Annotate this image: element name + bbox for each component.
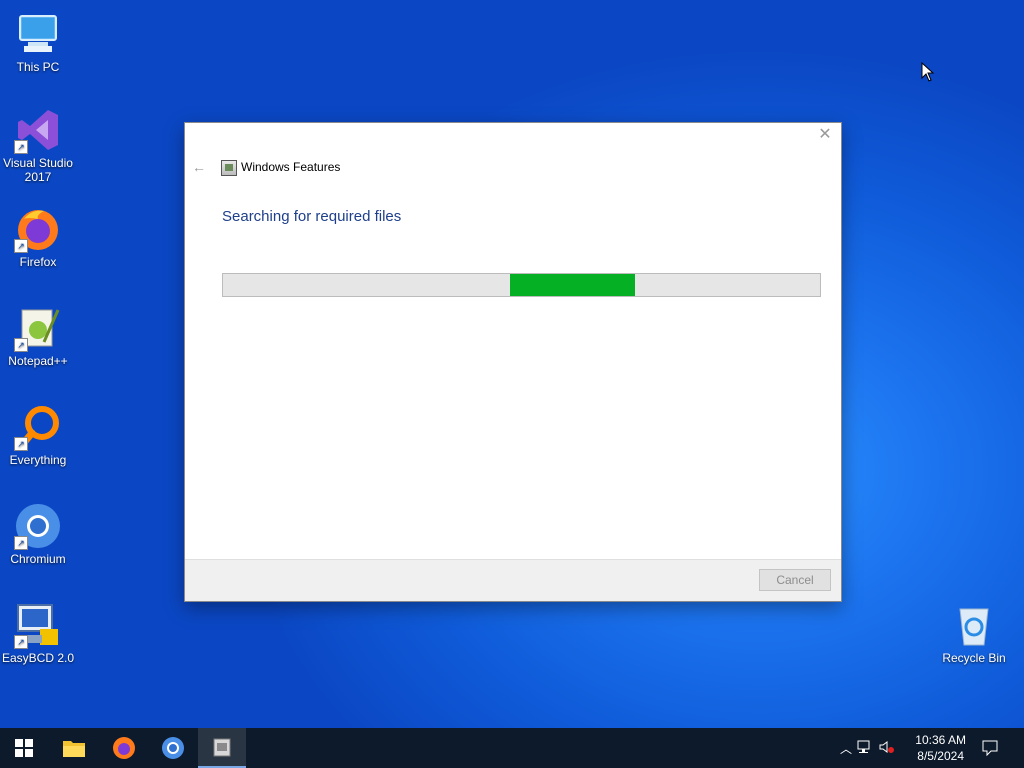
dialog-title: Windows Features	[241, 160, 341, 174]
desktop-icon-label: Firefox	[19, 255, 57, 269]
progress-bar-fill	[509, 274, 635, 296]
recycle-bin-icon	[950, 601, 998, 649]
network-icon[interactable]	[854, 740, 876, 757]
desktop-icon-visual-studio[interactable]: ↗ Visual Studio 2017	[0, 106, 76, 184]
cancel-button[interactable]: Cancel	[759, 569, 831, 591]
action-center-button[interactable]	[968, 728, 1012, 768]
windows-start-icon	[15, 739, 33, 757]
shortcut-arrow-icon: ↗	[14, 338, 28, 352]
desktop-icon-label: Chromium	[10, 552, 66, 566]
shortcut-arrow-icon: ↗	[14, 536, 28, 550]
shortcut-arrow-icon: ↗	[14, 239, 28, 253]
mouse-cursor-icon	[921, 61, 935, 87]
dialog-footer: Cancel	[185, 559, 841, 601]
volume-muted-icon[interactable]	[876, 740, 898, 757]
desktop-icon-label: This PC	[16, 60, 60, 74]
progress-bar	[222, 273, 821, 297]
windows-features-icon	[221, 160, 237, 176]
taskbar-chromium[interactable]	[149, 728, 197, 768]
shortcut-arrow-icon: ↗	[14, 140, 28, 154]
desktop-icon-label: Notepad++	[8, 354, 68, 368]
everything-search-icon: ↗	[14, 403, 62, 451]
notepad-plus-plus-icon: ↗	[14, 304, 62, 352]
easybcd-icon: ↗	[14, 601, 62, 649]
notification-icon	[982, 740, 998, 757]
desktop-icon-everything[interactable]: ↗ Everything	[0, 403, 76, 467]
shortcut-arrow-icon: ↗	[14, 635, 28, 649]
windows-features-icon	[213, 738, 231, 757]
desktop-icon-firefox[interactable]: ↗ Firefox	[0, 205, 76, 269]
desktop-icon-label: Everything	[9, 453, 67, 467]
status-heading: Searching for required files	[222, 208, 402, 225]
desktop-icon-recycle-bin[interactable]: Recycle Bin	[936, 601, 1012, 665]
desktop-icon-this-pc[interactable]: This PC	[0, 10, 76, 74]
desktop-icon-label: Recycle Bin	[942, 651, 1006, 665]
show-hidden-icons-chevron-icon[interactable]: ︿	[838, 740, 854, 757]
firefox-icon: ↗	[14, 205, 62, 253]
desktop-icon-label: EasyBCD 2.0	[1, 651, 75, 665]
clock-time: 10:36 AM	[915, 733, 966, 747]
desktop-icon-notepad-plus-plus[interactable]: ↗ Notepad++	[0, 304, 76, 368]
desktop-icon-easybcd[interactable]: ↗ EasyBCD 2.0	[0, 601, 76, 665]
taskbar-clock[interactable]: 10:36 AM 8/5/2024	[915, 732, 966, 764]
taskbar: ︿ 10:36 AM 8/5/2024	[0, 728, 1024, 768]
this-pc-icon	[14, 10, 62, 58]
chromium-icon: ↗	[14, 502, 62, 550]
windows-features-dialog: ✕ ← Windows Features Searching for requi…	[184, 122, 842, 602]
desktop-icon-label: Visual Studio 2017	[3, 156, 73, 184]
shortcut-arrow-icon: ↗	[14, 437, 28, 451]
taskbar-windows-features[interactable]	[198, 728, 246, 768]
back-arrow-icon[interactable]: ←	[192, 159, 206, 175]
visual-studio-icon: ↗	[14, 106, 62, 154]
start-button[interactable]	[0, 728, 48, 768]
taskbar-file-explorer[interactable]	[50, 728, 98, 768]
file-explorer-icon	[63, 741, 85, 757]
desktop-icon-chromium[interactable]: ↗ Chromium	[0, 502, 76, 566]
taskbar-firefox[interactable]	[100, 728, 148, 768]
chromium-icon	[162, 737, 184, 759]
firefox-icon	[113, 737, 135, 759]
close-icon[interactable]: ✕	[817, 127, 833, 143]
clock-date: 8/5/2024	[917, 749, 964, 763]
